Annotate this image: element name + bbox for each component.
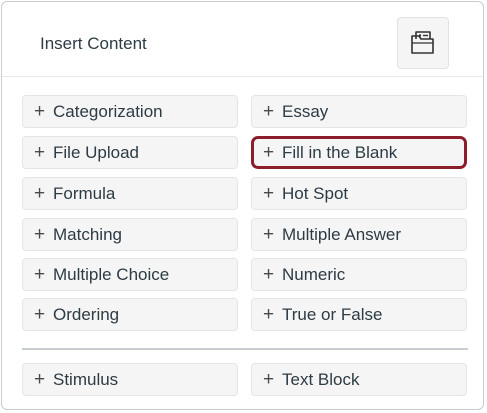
insert-multiple-choice-button[interactable]: + Multiple Choice [22,258,238,291]
insert-categorization-button[interactable]: + Categorization [22,95,238,128]
insert-hot-spot-button[interactable]: + Hot Spot [251,177,467,210]
item-label: File Upload [53,142,139,162]
item-label: Ordering [53,304,120,324]
insert-stimulus-button[interactable]: + Stimulus [22,363,238,396]
plus-icon: + [263,263,275,285]
plus-icon: + [34,368,46,390]
item-label: Text Block [282,369,360,389]
plus-icon: + [34,263,46,285]
item-label: Numeric [282,264,346,284]
item-label: Multiple Answer [282,224,402,244]
insert-matching-button[interactable]: + Matching [22,218,238,251]
item-label: Multiple Choice [53,264,170,284]
plus-icon: + [263,141,275,163]
insert-essay-button[interactable]: + Essay [251,95,467,128]
panel-header: Insert Content [2,2,483,77]
insert-multiple-answer-button[interactable]: + Multiple Answer [251,218,467,251]
plus-icon: + [263,368,275,390]
insert-ordering-button[interactable]: + Ordering [22,298,238,331]
insert-fill-in-the-blank-button[interactable]: + Fill in the Blank [251,136,467,169]
insert-numeric-button[interactable]: + Numeric [251,258,467,291]
plus-icon: + [263,223,275,245]
item-label: Categorization [53,101,163,121]
folder-image-icon [411,31,434,54]
panel-title: Insert Content [40,34,147,53]
item-label: Formula [53,183,116,203]
item-label: Stimulus [53,369,119,389]
item-label: Matching [53,224,122,244]
plus-icon: + [263,100,275,122]
item-label: True or False [282,304,383,324]
plus-icon: + [34,223,46,245]
item-label: Hot Spot [282,183,349,203]
plus-icon: + [34,141,46,163]
plus-icon: + [263,303,275,325]
insert-file-upload-button[interactable]: + File Upload [22,136,238,169]
plus-icon: + [34,100,46,122]
item-label: Fill in the Blank [282,142,398,162]
item-bank-button[interactable] [397,17,449,69]
item-label: Essay [282,101,329,121]
insert-text-block-button[interactable]: + Text Block [251,363,467,396]
section-divider [22,348,468,350]
insert-true-or-false-button[interactable]: + True or False [251,298,467,331]
plus-icon: + [34,182,46,204]
insert-formula-button[interactable]: + Formula [22,177,238,210]
plus-icon: + [263,182,275,204]
plus-icon: + [34,303,46,325]
insert-content-panel: Insert Content + Categorization + Essay … [1,1,484,410]
